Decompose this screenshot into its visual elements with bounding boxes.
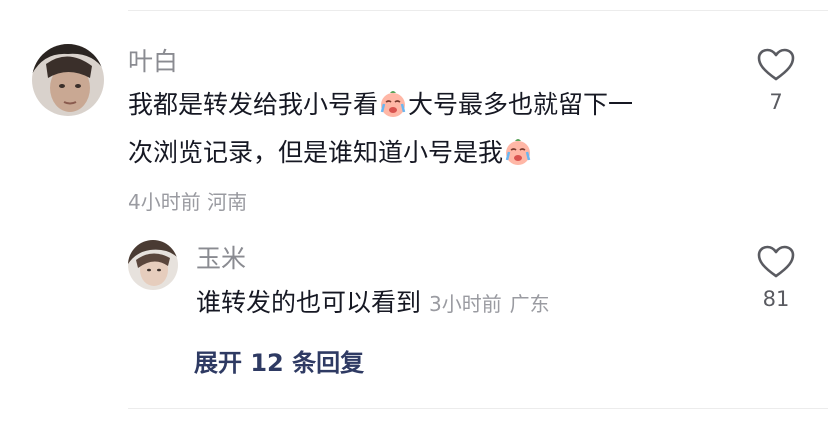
reply-time: 3小时前 [428, 292, 502, 316]
comment-text-line1: 我都是转发给我小号看 [128, 90, 379, 119]
reply-location: 广东 [509, 292, 550, 316]
comment-text-line1b: 大号最多也就留下一 [408, 90, 634, 119]
crying-laughing-emoji-icon [503, 137, 533, 180]
heart-outline-icon[interactable] [757, 245, 795, 283]
reply-text-row: 谁转发的也可以看到 3小时前 广东 [196, 282, 550, 325]
comment-text: 我都是转发给我小号看 大号最多也就留下一 次浏览记录，但是谁知道小号是我 [128, 84, 728, 180]
comment-meta: 4小时前 河南 [128, 186, 247, 215]
bottom-divider [128, 408, 828, 409]
reply-username[interactable]: 玉米 [196, 244, 246, 274]
crying-laughing-emoji-icon [378, 89, 408, 132]
comment-like-button[interactable]: 7 [746, 48, 806, 114]
comment-location: 河南 [207, 190, 248, 214]
comment-like-count: 7 [769, 90, 783, 114]
avatar[interactable] [32, 44, 104, 116]
reply-text: 谁转发的也可以看到 [196, 288, 422, 317]
comment-text-line2: 次浏览记录，但是谁知道小号是我 [128, 138, 504, 167]
heart-outline-icon[interactable] [757, 48, 795, 86]
comment-time: 4小时前 [128, 190, 201, 214]
top-divider [128, 10, 828, 11]
comment-username[interactable]: 叶白 [128, 47, 178, 77]
reply-like-button[interactable]: 81 [746, 245, 806, 311]
reply-avatar[interactable] [128, 240, 178, 290]
reply-like-count: 81 [762, 287, 790, 311]
expand-replies-link[interactable]: 展开 12 条回复 [194, 343, 364, 378]
